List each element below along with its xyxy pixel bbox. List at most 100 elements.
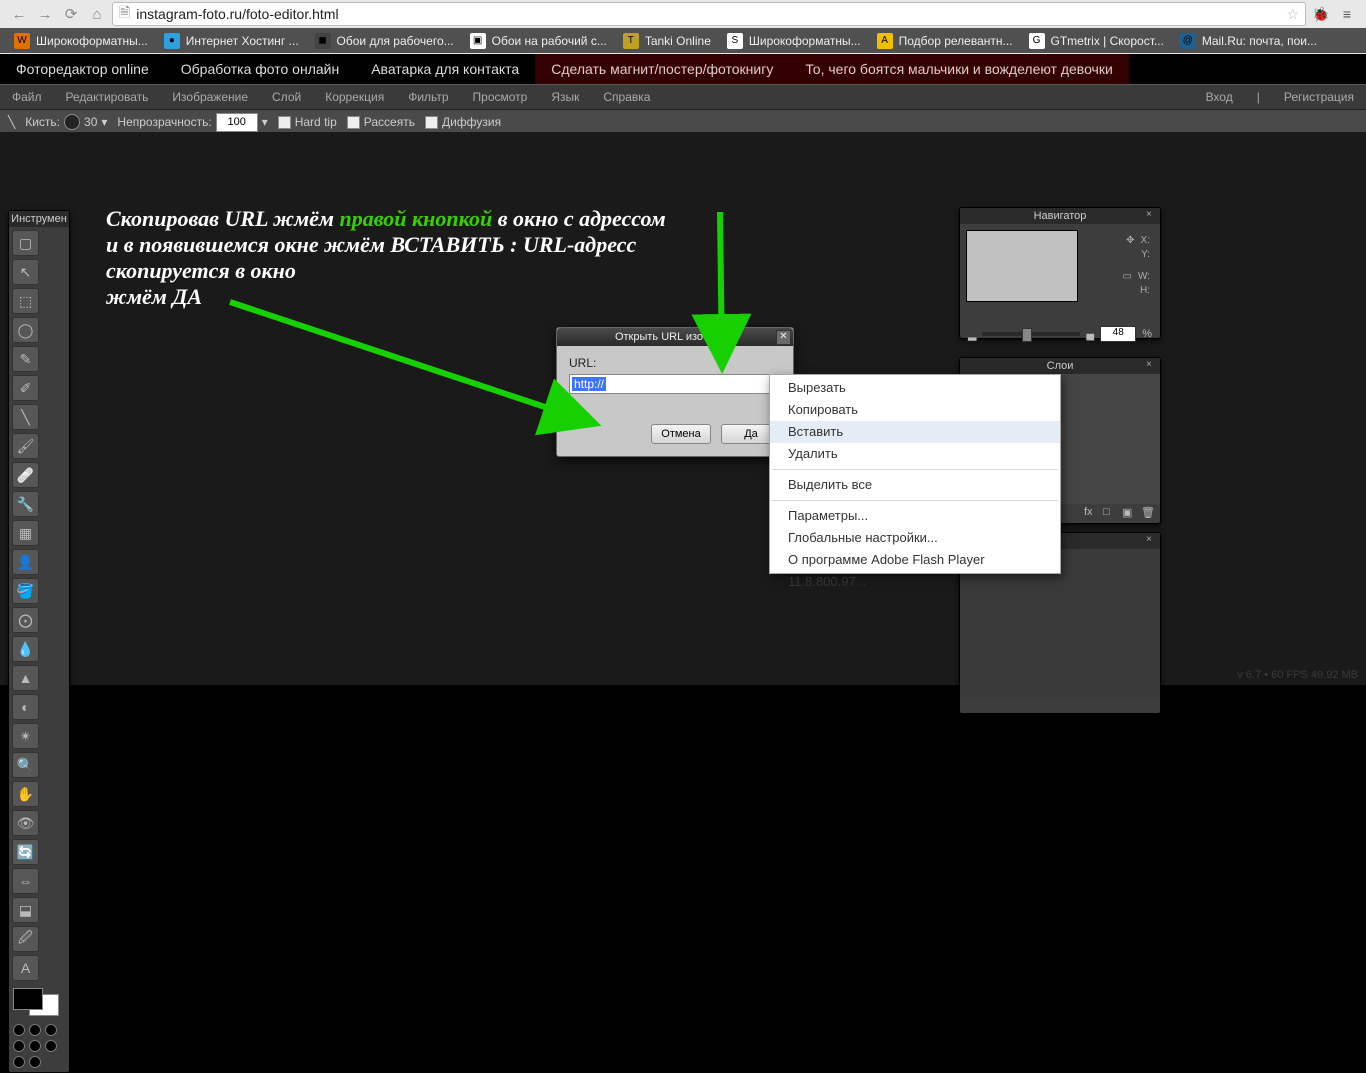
opacity-input[interactable]	[216, 113, 258, 132]
tool-button[interactable]: A	[12, 955, 39, 981]
tool-button[interactable]: 🖌	[12, 433, 39, 459]
mask-icon[interactable]: □	[1103, 506, 1116, 519]
tool-button[interactable]: ◐	[12, 694, 39, 720]
new-layer-icon[interactable]: ▣	[1122, 506, 1135, 519]
tool-button[interactable]: ✎	[12, 346, 39, 372]
context-menu-item[interactable]: Параметры...	[770, 505, 1060, 527]
menu-image[interactable]: Изображение	[160, 90, 260, 104]
navigator-panel: Навигатор× ✥X: Y: ▭W: H: ▂ ▄ 48 %	[959, 207, 1161, 339]
site-tab[interactable]: Сделать магнит/постер/фотокнигу	[535, 54, 789, 84]
tool-button[interactable]: ▦	[12, 520, 39, 546]
brush-sizes[interactable]	[9, 1020, 69, 1072]
fx-icon[interactable]: fx	[1084, 506, 1097, 519]
tool-button[interactable]: 👁	[12, 810, 39, 836]
color-swatches[interactable]	[13, 988, 59, 1016]
cancel-button[interactable]: Отмена	[651, 424, 711, 444]
page-icon: 🗎	[119, 2, 130, 26]
context-menu-item[interactable]: Вставить	[770, 421, 1060, 443]
tool-button[interactable]: ▢	[12, 230, 39, 256]
bookmark-item[interactable]: ●Интернет Хостинг ...	[156, 33, 307, 49]
tool-button[interactable]: ⨀	[12, 607, 39, 633]
close-icon[interactable]: ✕	[776, 330, 791, 345]
tool-button[interactable]: 🔄	[12, 839, 39, 865]
zoom-slider[interactable]	[982, 332, 1080, 336]
tool-button[interactable]: ↖	[12, 259, 39, 285]
tool-button[interactable]: 🪣	[12, 578, 39, 604]
context-menu-item[interactable]: Глобальные настройки...	[770, 527, 1060, 549]
tool-button[interactable]: ╲	[12, 404, 39, 430]
context-menu-item[interactable]: Копировать	[770, 399, 1060, 421]
scatter-check[interactable]: Рассеять	[347, 115, 415, 129]
fg-color[interactable]	[13, 988, 43, 1010]
tool-button[interactable]: 🩹	[12, 462, 39, 488]
zoom-pct: %	[1142, 328, 1152, 340]
close-icon[interactable]: ×	[1146, 209, 1158, 221]
bookmark-item[interactable]: WШирокоформатны...	[6, 33, 156, 49]
menu-filter[interactable]: Фильтр	[396, 90, 460, 104]
extension-icon[interactable]: 🐞	[1310, 3, 1332, 25]
tool-button[interactable]: 🔧	[12, 491, 39, 517]
tool-button[interactable]: ◯	[12, 317, 39, 343]
bookmark-item[interactable]: ◼Обои для рабочего...	[307, 33, 462, 49]
url-input[interactable]: http://	[569, 374, 781, 394]
url-value: http://	[572, 377, 606, 391]
nav-preview[interactable]	[966, 230, 1078, 302]
bookmark-item[interactable]: AПодбор релевантн...	[869, 33, 1021, 49]
menu-file[interactable]: Файл	[0, 90, 54, 104]
home-button[interactable]: ⌂	[86, 3, 108, 25]
bookmark-item[interactable]: GGTmetrix | Скорост...	[1021, 33, 1172, 49]
menu-layer[interactable]: Слой	[260, 90, 313, 104]
tool-button[interactable]: 👤	[12, 549, 39, 575]
bookmark-item[interactable]: TTanki Online	[615, 33, 719, 49]
bookmark-item[interactable]: @Mail.Ru: почта, пои...	[1172, 33, 1325, 49]
hardtip-check[interactable]: Hard tip	[278, 115, 337, 129]
open-url-dialog: Открыть URL изображе✕ URL: http:// Отмен…	[556, 327, 794, 457]
caret-down-icon[interactable]: ▾	[101, 115, 107, 129]
menu-view[interactable]: Просмотр	[461, 90, 540, 104]
brush-label: Кисть:	[25, 115, 60, 129]
trash-icon[interactable]: 🗑	[1141, 506, 1154, 519]
instruction-overlay: Скопировав URL жмём правой кнопкой в окн…	[106, 206, 666, 310]
brush-preview-icon[interactable]	[64, 114, 80, 130]
tool-button[interactable]: ⇔	[12, 868, 39, 894]
close-icon[interactable]: ×	[1146, 359, 1158, 371]
tool-button[interactable]: 🖉	[12, 926, 39, 952]
site-tab[interactable]: То, чего боятся мальчики и вожделеют дев…	[789, 54, 1128, 84]
context-menu-item[interactable]: Вырезать	[770, 377, 1060, 399]
menu-help[interactable]: Справка	[591, 90, 662, 104]
site-tab[interactable]: Фоторедактор online	[0, 54, 165, 84]
menu-adjust[interactable]: Коррекция	[313, 90, 396, 104]
tool-button[interactable]: 💧	[12, 636, 39, 662]
brush-size[interactable]: 30	[84, 115, 97, 129]
login-link[interactable]: Вход	[1194, 90, 1245, 104]
site-tab[interactable]: Аватарка для контакта	[355, 54, 535, 84]
tool-button[interactable]: ✴	[12, 723, 39, 749]
register-link[interactable]: Регистрация	[1272, 90, 1366, 104]
tool-button[interactable]: ✋	[12, 781, 39, 807]
menu-lang[interactable]: Язык	[539, 90, 591, 104]
bookmark-item[interactable]: ▣Обои на рабочий с...	[462, 33, 615, 49]
tool-button[interactable]: ✐	[12, 375, 39, 401]
back-button[interactable]: ←	[8, 3, 30, 25]
close-icon[interactable]: ×	[1146, 534, 1158, 546]
zoom-in-icon[interactable]: ▄	[1086, 328, 1094, 340]
menu-edit[interactable]: Редактировать	[54, 90, 161, 104]
zoom-value[interactable]: 48	[1100, 326, 1136, 342]
context-menu-item[interactable]: Удалить	[770, 443, 1060, 465]
tool-button[interactable]: ⬚	[12, 288, 39, 314]
reload-button[interactable]: ⟳	[60, 3, 82, 25]
context-menu-item[interactable]: О программе Adobe Flash Player 11.8.800.…	[770, 549, 1060, 571]
address-bar[interactable]: 🗎 instagram-foto.ru/foto-editor.html ☆	[112, 2, 1306, 26]
forward-button[interactable]: →	[34, 3, 56, 25]
menu-icon[interactable]: ≡	[1336, 3, 1358, 25]
context-menu-item[interactable]: Выделить все	[770, 474, 1060, 496]
diffuse-check[interactable]: Диффузия	[425, 115, 501, 129]
zoom-out-icon[interactable]: ▂	[968, 328, 976, 341]
caret-down-icon[interactable]: ▾	[262, 115, 268, 129]
bookmark-item[interactable]: SШирокоформатны...	[719, 33, 869, 49]
tool-button[interactable]: 🔍	[12, 752, 39, 778]
tool-button[interactable]: ⬓	[12, 897, 39, 923]
bookmark-star-icon[interactable]: ☆	[1286, 6, 1299, 23]
tool-button[interactable]: ▲	[12, 665, 39, 691]
site-tab[interactable]: Обработка фото онлайн	[165, 54, 355, 84]
